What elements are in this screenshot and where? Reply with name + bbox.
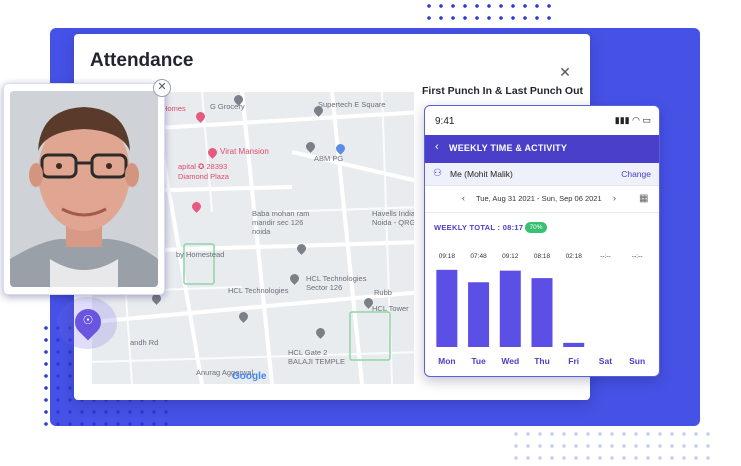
- chevron-right-icon[interactable]: ›: [613, 193, 616, 203]
- decorative-dots: [510, 428, 710, 466]
- map-label: Rubb: [374, 288, 392, 297]
- map-label: BALAJI TEMPLE: [288, 357, 345, 366]
- map-label: HCL Gate 2: [288, 348, 328, 357]
- calendar-icon[interactable]: ▦: [639, 193, 648, 204]
- panel-title: First Punch In & Last Punch Out: [422, 85, 584, 97]
- day-tick-label: Sat: [599, 356, 612, 366]
- map-label: ABM PG: [314, 154, 344, 163]
- map-label: andh Rd: [130, 338, 159, 347]
- header-title: WEEKLY TIME & ACTIVITY: [449, 143, 568, 153]
- bar-value-label: --:--: [632, 253, 642, 260]
- map-label: by Homestead: [176, 250, 225, 259]
- bar-fri[interactable]: [563, 342, 585, 347]
- weekly-bar-chart: 09:18 Mon 07:48 Tue 09:12 Wed 08:18 Thu 02:18 Fri…: [436, 253, 645, 366]
- divider: [425, 212, 659, 213]
- user-name: Me (Mohit Malik): [450, 169, 513, 179]
- bar-value-label: 07:48: [470, 253, 487, 260]
- bar-value-label: --:--: [600, 253, 610, 260]
- map-label: Baba mohan ram mandir sec 126 noida: [252, 209, 310, 236]
- employee-photo-card: [3, 83, 165, 295]
- change-link[interactable]: Change: [621, 169, 651, 179]
- weekly-total-label: WEEKLY TOTAL :: [434, 223, 501, 232]
- day-tick-label: Sun: [629, 356, 645, 366]
- back-arrow-icon[interactable]: ‹: [435, 141, 439, 153]
- day-tick-label: Fri: [568, 356, 579, 366]
- close-icon[interactable]: ✕: [153, 79, 171, 97]
- map-label: Homes: [162, 104, 186, 113]
- day-tick-label: Wed: [501, 356, 519, 366]
- map-label: apital ✪ 28393: [178, 162, 228, 171]
- bar-value-label: 02:18: [566, 253, 583, 260]
- page-title: Attendance: [90, 50, 194, 71]
- google-logo: Google: [232, 371, 267, 382]
- bar-value-label: 08:18: [534, 253, 551, 260]
- phone-mockup: 9:41 ▮▮▮ ◠ ▭ ‹ WEEKLY TIME & ACTIVITY ⚇ …: [424, 105, 660, 377]
- user-row: ⚇ Me (Mohit Malik) Change: [425, 163, 659, 186]
- status-time: 9:41: [435, 116, 455, 127]
- fingerprint-icon: ☉: [82, 313, 94, 327]
- app-header: ‹ WEEKLY TIME & ACTIVITY: [425, 135, 659, 163]
- map-label: Supertech E Square: [318, 100, 386, 109]
- map-label: Virat Mansion: [220, 147, 269, 156]
- day-tick-label: Thu: [534, 356, 550, 366]
- user-icon: ⚇: [433, 168, 442, 179]
- chevron-left-icon[interactable]: ‹: [462, 193, 465, 203]
- day-tick-label: Tue: [471, 356, 486, 366]
- weekly-total-value: 08:17: [502, 223, 524, 232]
- bar-value-label: 09:12: [502, 253, 519, 260]
- employee-photo: [10, 91, 158, 287]
- close-icon[interactable]: ✕: [557, 64, 573, 80]
- bar-value-label: 09:18: [439, 253, 456, 260]
- map-label: HCL Technologies: [228, 286, 289, 295]
- weekly-total: WEEKLY TOTAL : 08:17: [434, 223, 523, 232]
- map-label: HCL Tower: [372, 304, 409, 313]
- date-range-row: ‹ Tue, Aug 31 2021 - Sun, Sep 06 2021 › …: [425, 193, 659, 207]
- status-icons: ▮▮▮ ◠ ▭: [614, 115, 651, 125]
- percent-badge: 70%: [525, 222, 547, 233]
- bar-thu[interactable]: [531, 278, 553, 347]
- date-range: Tue, Aug 31 2021 - Sun, Sep 06 2021: [476, 194, 602, 203]
- bar-wed[interactable]: [499, 270, 521, 347]
- bar-mon[interactable]: [436, 269, 458, 347]
- day-tick-label: Mon: [438, 356, 455, 366]
- bar-tue[interactable]: [468, 282, 490, 347]
- decorative-dots: [423, 0, 553, 24]
- map-label: HCL Technologies Sector 126: [306, 274, 367, 292]
- map-label: Diamond Plaza: [178, 172, 229, 181]
